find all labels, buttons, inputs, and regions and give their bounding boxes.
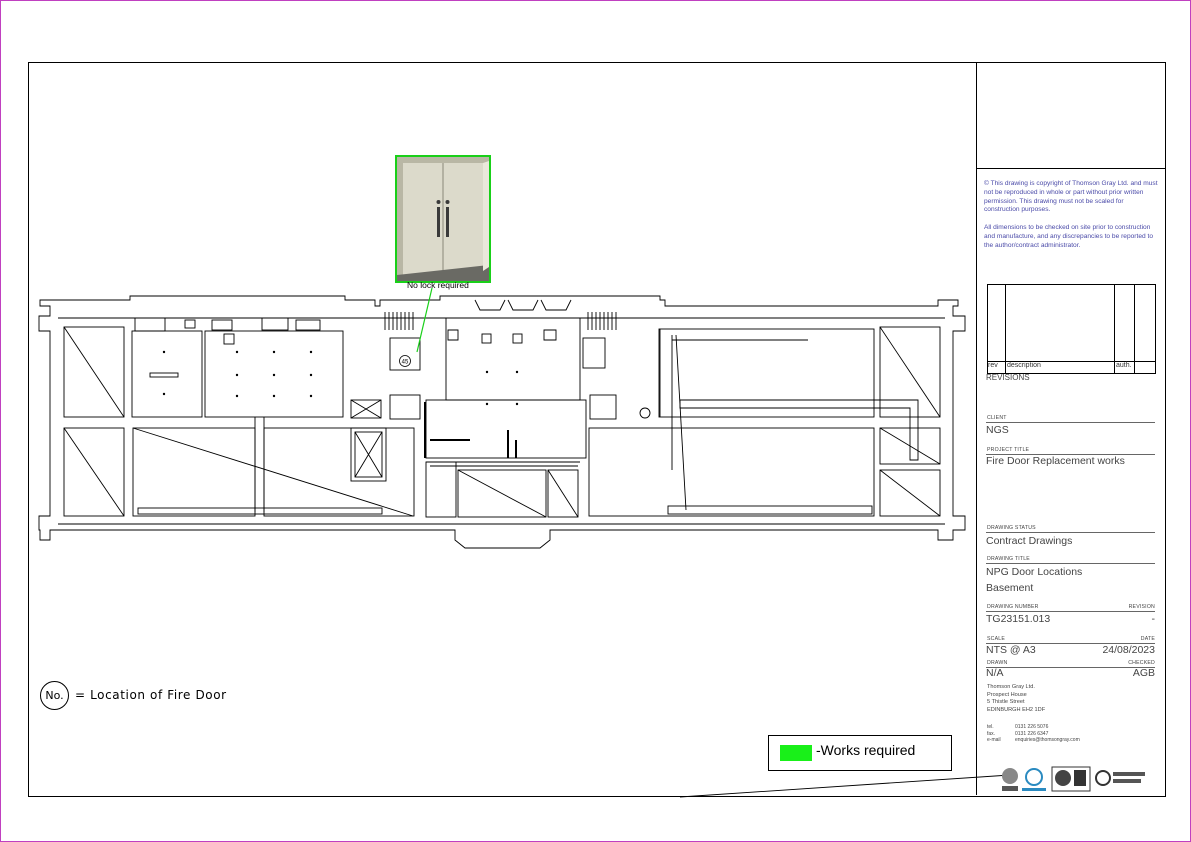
building-outline [38,295,966,549]
drawing-title-line1: NPG Door Locations [986,566,1083,578]
scale-label: SCALE [987,636,1006,642]
legend-swatch [780,745,812,761]
contact-values: 0131 226 5076 0131 226 6347 enquiries@th… [1015,724,1080,744]
drawing-number-value: TG23151.013 [986,613,1051,625]
tel-value: 0131 226 5076 [1015,724,1049,730]
address-company: Thomson Gray Ltd. [987,684,1035,690]
project-value: Fire Door Replacement works [986,455,1125,467]
legend-text: -Works required [816,742,916,758]
revisions-table: rev description auth. [987,284,1156,374]
dimensions-note: All dimensions to be checked on site pri… [984,224,1153,249]
status-label: DRAWING STATUS [987,525,1036,531]
rics-logo-icon [1002,768,1018,791]
door-marker-number: 45 [402,360,409,366]
title-block: © This drawing is copyright of Thomson G… [976,62,1165,795]
address-line2: 5 Thistle Street [987,699,1025,706]
client-label: CLIENT [987,415,1007,421]
copyright-notes: © This drawing is copyright of Thomson G… [984,180,1158,260]
client-value: NGS [986,424,1009,436]
iso-logo-icon [1051,766,1091,792]
constructionline-logo-icon [1022,768,1046,791]
drawing-number-label: DRAWING NUMBER [987,604,1039,610]
drawing-title-line2: Basement [986,582,1034,594]
date-value: 24/08/2023 [1102,644,1155,656]
rev-col-rev: rev [988,362,998,369]
works-legend: -Works required [768,735,952,771]
fire-door-key: No. = Location of Fire Door [40,680,227,710]
door-marker-45[interactable]: 45 [399,355,411,367]
company-address: Thomson Gray Ltd. Prospect House 5 Thist… [987,684,1045,714]
fax-value: 0131 226 6347 [1015,730,1049,737]
date-label: DATE [1140,636,1155,642]
door-photo [395,155,491,283]
address-line3: EDINBURGH EH2 1DF [987,706,1046,713]
title-block-header [977,62,1165,169]
revision-label: REVISION [1128,604,1155,610]
status-value: Contract Drawings [986,535,1073,547]
scale-value: NTS @ A3 [986,644,1036,656]
investors-in-people-logo-icon [1095,770,1145,786]
checked-label: CHECKED [1128,660,1155,666]
drawn-label: DRAWN [987,660,1008,666]
photo-caption: No lock required [407,280,469,290]
email-value[interactable]: enquiries@thomsongray.com [1015,737,1080,744]
drawing-title-label: DRAWING TITLE [987,556,1030,562]
drawn-value: N/A [986,667,1004,679]
accreditation-logos [1002,766,1145,792]
rev-col-description: description [1007,362,1041,369]
email-label: e-mail [987,737,1001,744]
revision-value: - [1151,613,1156,625]
project-label: PROJECT TITLE [987,447,1030,453]
rev-col-auth: auth. [1116,362,1132,369]
revisions-title: REVISIONS [986,373,1030,382]
fire-door-symbol: No. [40,680,69,710]
fax-label: fax. [987,730,996,737]
checked-value: AGB [1132,667,1155,679]
address-line1: Prospect House [987,691,1027,698]
contact-labels: tel. fax. e-mail [987,724,1001,744]
tel-label: tel. [987,724,994,730]
copyright-note: © This drawing is copyright of Thomson G… [984,180,1158,214]
fire-door-key-text: = Location of Fire Door [75,688,227,702]
